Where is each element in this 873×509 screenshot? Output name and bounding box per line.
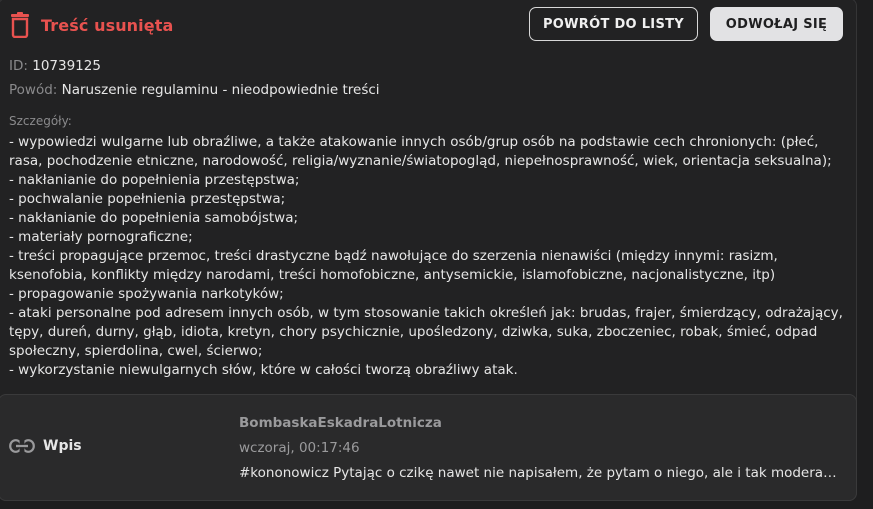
appeal-button[interactable]: ODWOŁAJ SIĘ: [710, 7, 843, 41]
details-text: - wypowiedzi wulgarne lub obraźliwe, a t…: [9, 134, 843, 378]
details-label: Szczegóły:: [9, 114, 72, 128]
entry-type: Wpis: [9, 438, 82, 454]
removed-entry-card[interactable]: Wpis BombaskaEskadraLotnicza wczoraj, 00…: [0, 394, 857, 501]
trash-icon: [11, 12, 29, 38]
reason-label: Powód:: [9, 82, 58, 98]
reason-value: Naruszenie regulaminu - nieodpowiednie t…: [61, 82, 380, 98]
page-title: Treść usunięta: [41, 15, 174, 35]
id-line: ID: 10739125: [9, 58, 101, 74]
title-group: Treść usunięta: [9, 12, 173, 38]
author-name[interactable]: BombaskaEskadraLotnicza: [239, 415, 442, 431]
id-label: ID:: [9, 58, 28, 74]
header: Treść usunięta POWRÓT DO LISTY ODWOŁAJ S…: [9, 7, 844, 43]
reason-line: Powód: Naruszenie regulaminu - nieodpowi…: [9, 82, 380, 98]
id-value: 10739125: [32, 58, 101, 74]
link-icon: [9, 439, 35, 453]
entry-timestamp: wczoraj, 00:17:46: [239, 440, 360, 456]
entry-type-label: Wpis: [43, 438, 82, 454]
entry-excerpt: #kononowicz Pytając o czikę nawet nie na…: [239, 465, 842, 481]
back-to-list-button[interactable]: POWRÓT DO LISTY: [529, 7, 698, 41]
